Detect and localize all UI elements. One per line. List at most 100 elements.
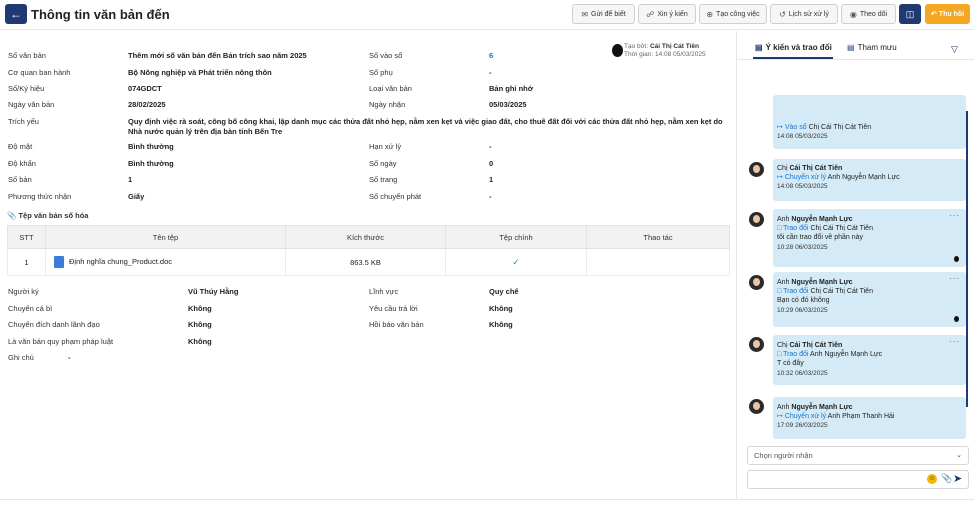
message-item: ··· Anh Nguyễn Mạnh Lực □ Trao đổi Chị C…: [773, 272, 966, 327]
field-label: Loại văn bản: [369, 84, 412, 93]
send-icon[interactable]: ➤: [953, 472, 962, 485]
field-value: Không: [489, 304, 513, 313]
field-label: Chuyển đích danh lãnh đạo: [8, 320, 100, 329]
plus-circle-icon: ⊕: [706, 9, 714, 19]
field-value: Quy chế: [489, 287, 519, 296]
history-icon: ↺: [779, 9, 786, 19]
check-icon: ✓: [512, 256, 520, 267]
send-icon: ✉: [581, 9, 589, 19]
field-label: Chuyển cá bì: [8, 304, 53, 313]
field-value: -: [68, 353, 71, 362]
field-value: Bộ Nông nghiệp và Phát triển nông thôn: [128, 68, 272, 77]
field-value: Không: [188, 320, 212, 329]
more-options-icon[interactable]: ···: [949, 274, 960, 283]
field-label: Số vào sổ: [369, 51, 403, 60]
tab-comments[interactable]: ▤ Ý kiến và trao đổi: [755, 43, 832, 52]
emoji-icon[interactable]: ☺: [927, 474, 937, 484]
more-options-icon[interactable]: ···: [949, 211, 960, 220]
chat-icon: □: [777, 288, 782, 296]
more-options-icon[interactable]: ···: [949, 337, 960, 346]
field-label: Số chuyển phát: [369, 192, 422, 201]
message-item: Anh Nguyễn Mạnh Lực ↦ Chuyển xử lý Anh P…: [773, 397, 966, 439]
document-file-icon: [54, 256, 64, 268]
files-table: STT Tên tệp Kích thước Tệp chính Thao tá…: [7, 225, 730, 276]
field-label: Hạn xử lý: [369, 142, 402, 151]
forward-icon: ↦: [777, 174, 783, 182]
field-label: Số trang: [369, 175, 398, 184]
field-value: Bản ghi nhớ: [489, 84, 534, 93]
field-value: 1: [489, 175, 494, 184]
message-item: ↦ Vào sổ Chị Cái Thị Cát Tiên 14:08 05/0…: [773, 95, 966, 149]
field-label: Phương thức nhận: [8, 192, 72, 201]
field-label: Ngày nhận: [369, 100, 406, 109]
ask-opinion-button[interactable]: ☍ Xin ý kiến: [638, 4, 696, 24]
file-size: 863.5 KB: [285, 248, 446, 276]
field-label: Độ mật: [8, 142, 33, 151]
field-label: Số/Ký hiệu: [8, 84, 45, 93]
message-item: ··· Chị Cái Thị Cát Tiên □ Trao đổi Anh …: [773, 335, 966, 385]
field-label: Hồi báo văn bản: [369, 320, 424, 329]
table-row[interactable]: 1 Định nghĩa chung_Product.doc 863.5 KB …: [7, 248, 730, 276]
attachment-icon[interactable]: 📎: [941, 473, 952, 484]
message-item: ··· Anh Nguyễn Mạnh Lực □ Trao đổi Chị C…: [773, 209, 966, 267]
field-value: Không: [188, 304, 212, 313]
column-header: Thao tác: [586, 225, 730, 249]
column-header: Kích thước: [285, 225, 446, 249]
message-feed[interactable]: ↦ Vào sổ Chị Cái Thị Cát Tiên 14:08 05/0…: [737, 61, 974, 443]
column-header: Tên tệp: [45, 225, 286, 249]
field-value: 6: [489, 51, 494, 60]
creator-info: Tạo bởi: Cái Thị Cát Tiên Thời gian: 14:…: [624, 43, 706, 58]
avatar: [749, 399, 764, 414]
arrow-left-icon: ←: [10, 7, 22, 21]
field-label: Độ khẩn: [8, 159, 36, 168]
field-value: Bình thường: [128, 159, 174, 168]
chat-icon: ▤: [755, 43, 763, 52]
chevron-down-icon: ⌄: [956, 452, 962, 459]
filter-icon[interactable]: ▽: [951, 44, 958, 55]
field-value: 1: [128, 175, 133, 184]
summary-value: Quy định việc rà soát, công bố công khai…: [128, 117, 723, 136]
field-value: -: [489, 192, 492, 201]
field-value: Không: [489, 320, 513, 329]
forward-icon: ↦: [777, 413, 783, 421]
field-value: Vũ Thúy Hằng: [188, 287, 239, 296]
send-to-know-button[interactable]: ✉ Gửi để biết: [572, 4, 635, 24]
seen-avatar: [954, 316, 959, 322]
table-header-row: STT Tên tệp Kích thước Tệp chính Thao tá…: [7, 225, 730, 249]
field-value: -: [489, 142, 492, 151]
message-input[interactable]: ☺ 📎 ➤: [747, 470, 969, 489]
field-label: Yêu cầu trả lời: [369, 304, 418, 313]
field-label: Lĩnh vực: [369, 287, 399, 296]
back-button[interactable]: ←: [5, 4, 27, 24]
paperclip-icon: 📎: [7, 211, 17, 220]
toggle-panel-button[interactable]: ◫: [899, 4, 921, 24]
field-value: 28/02/2025: [128, 100, 166, 109]
field-label: Số ngày: [369, 159, 397, 168]
scrollbar[interactable]: [966, 111, 968, 407]
create-task-button[interactable]: ⊕ Tạo công việc: [699, 4, 767, 24]
field-value: 074GDCT: [128, 84, 162, 93]
recall-button[interactable]: ↶ Thu hồi: [925, 4, 970, 24]
field-label: Số bản: [8, 175, 32, 184]
file-name-cell[interactable]: Định nghĩa chung_Product.doc: [45, 248, 286, 276]
message-item: Chị Cái Thị Cát Tiên ↦ Chuyển xử lý Anh …: [773, 159, 966, 201]
tab-advice[interactable]: ▤ Tham mưu: [847, 43, 897, 52]
column-header: STT: [7, 225, 46, 249]
field-label: Trích yếu: [8, 117, 39, 126]
tabs-divider: [737, 59, 974, 60]
field-value: Không: [188, 337, 212, 346]
follow-button[interactable]: ◉ Theo dõi: [841, 4, 896, 24]
files-section-title: 📎 Tệp văn bản số hóa: [7, 211, 89, 220]
field-value: -: [489, 68, 492, 77]
field-value: Giấy: [128, 192, 145, 201]
undo-icon: ↶: [930, 11, 937, 18]
recipient-select[interactable]: Chọn người nhận ⌄: [747, 446, 969, 465]
row-stt: 1: [7, 248, 46, 276]
main-file-cell: ✓: [445, 248, 587, 276]
history-button[interactable]: ↺ Lịch sử xử lý: [770, 4, 838, 24]
columns-icon: ◫: [905, 9, 915, 19]
field-label: Số phụ: [369, 68, 393, 77]
field-value: 05/03/2025: [489, 100, 527, 109]
avatar: [749, 337, 764, 352]
avatar: [749, 162, 764, 177]
